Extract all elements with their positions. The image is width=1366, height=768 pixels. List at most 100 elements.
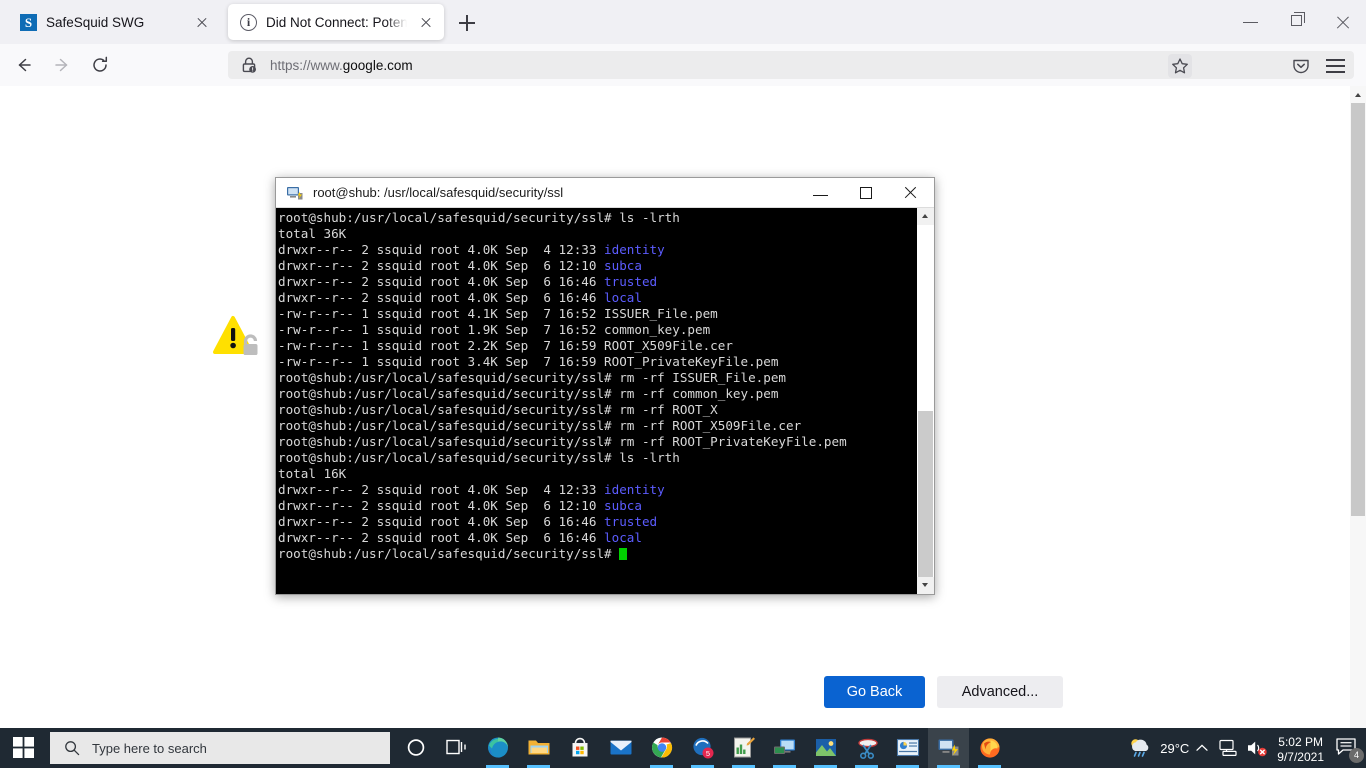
scrollbar-thumb[interactable] [1351, 103, 1365, 516]
file-explorer-icon-glyph [527, 736, 551, 760]
windows-taskbar: Type here to search 5 29°C 5:02 PM 9/7/2… [0, 728, 1366, 768]
task-view-icon[interactable] [436, 728, 477, 768]
weather-rain-cloud-icon [1127, 736, 1153, 760]
system-tray: 29°C 5:02 PM 9/7/2021 4 [1127, 728, 1366, 768]
tab-safesquid-swg[interactable]: S SafeSquid SWG [8, 4, 220, 40]
terminal-output-area[interactable]: root@shub:/usr/local/safesquid/security/… [276, 208, 934, 594]
close-icon[interactable] [889, 178, 934, 207]
microsoft-store-icon[interactable] [559, 728, 600, 768]
lock-warning-icon[interactable] [240, 56, 258, 74]
terminal-line: root@shub:/usr/local/safesquid/security/… [278, 450, 680, 465]
terminal-line: drwxr--r-- 2 ssquid root 4.0K Sep 6 12:1… [278, 498, 642, 513]
terminal-directory-name: subca [604, 258, 642, 273]
advanced-button[interactable]: Advanced... [937, 676, 1063, 708]
presentation-icon-glyph [896, 736, 920, 760]
action-center-icon[interactable]: 4 [1332, 728, 1366, 768]
search-placeholder: Type here to search [92, 740, 207, 756]
reload-icon[interactable] [86, 51, 114, 79]
putty-icon[interactable] [928, 728, 969, 768]
terminal-text: root@shub:/usr/local/safesquid/security/… [278, 210, 916, 562]
bookmark-star-icon[interactable] [1168, 54, 1192, 78]
snipping-tool-icon-glyph [855, 736, 879, 760]
terminal-line: drwxr--r-- 2 ssquid root 4.0K Sep 4 12:3… [278, 242, 665, 257]
info-circle-icon: i [240, 13, 257, 31]
notepad-editor-icon[interactable] [723, 728, 764, 768]
file-explorer-icon[interactable] [518, 728, 559, 768]
search-icon [64, 740, 80, 756]
terminal-cursor [619, 548, 628, 560]
putty-terminal-window[interactable]: root@shub: /usr/local/safesquid/security… [275, 177, 935, 595]
scrollbar-thumb[interactable] [918, 411, 933, 577]
tab-title: SafeSquid SWG [46, 14, 145, 30]
tab-title: Did Not Connect: Potential Secu [266, 14, 407, 30]
remote-desktop-icon[interactable] [764, 728, 805, 768]
terminal-title-text: root@shub: /usr/local/safesquid/security… [313, 185, 564, 200]
microsoft-edge-icon[interactable] [477, 728, 518, 768]
terminal-line: -rw-r--r-- 1 ssquid root 2.2K Sep 7 16:5… [278, 338, 733, 353]
terminal-line: root@shub:/usr/local/safesquid/security/… [278, 546, 916, 562]
mail-icon-glyph [609, 736, 633, 760]
terminal-directory-name: subca [604, 498, 642, 513]
terminal-line: root@shub:/usr/local/safesquid/security/… [278, 402, 718, 417]
forward-arrow-icon[interactable] [48, 51, 76, 79]
firefox-icon[interactable] [969, 728, 1010, 768]
svg-text:5: 5 [705, 749, 709, 758]
url-bar[interactable]: https://www.google.com [228, 51, 1354, 79]
task-view-icon-glyph [445, 736, 469, 760]
snipping-tool-icon[interactable] [846, 728, 887, 768]
url-text[interactable]: https://www.google.com [270, 58, 413, 73]
notification-count-badge: 4 [1349, 748, 1364, 763]
weather-widget[interactable]: 29°C [1127, 736, 1189, 760]
search-input[interactable]: Type here to search [50, 732, 390, 764]
scroll-up-icon[interactable] [917, 208, 934, 225]
terminal-line: total 36K [278, 226, 347, 241]
cortana-icon[interactable] [395, 728, 436, 768]
terminal-line: root@shub:/usr/local/safesquid/security/… [278, 370, 786, 385]
show-hidden-icons-icon[interactable] [1189, 728, 1215, 768]
photos-icon-glyph [814, 736, 838, 760]
putty-icon-glyph [937, 736, 961, 760]
terminal-directory-name: trusted [604, 514, 658, 529]
maximize-icon[interactable] [844, 178, 889, 207]
terminal-line: root@shub:/usr/local/safesquid/security/… [278, 210, 680, 225]
minimize-icon[interactable] [799, 178, 844, 207]
presentation-icon[interactable] [887, 728, 928, 768]
windows-start-icon[interactable] [0, 728, 48, 768]
photos-icon[interactable] [805, 728, 846, 768]
microsoft-edge-icon-glyph [486, 736, 510, 760]
mail-icon[interactable] [600, 728, 641, 768]
hamburger-menu-icon[interactable] [1326, 59, 1346, 73]
tab-did-not-connect[interactable]: i Did Not Connect: Potential Secu [228, 4, 444, 40]
close-icon[interactable] [416, 12, 436, 32]
close-icon[interactable] [192, 12, 212, 32]
page-scrollbar[interactable] [1350, 86, 1366, 728]
google-chrome-icon[interactable] [641, 728, 682, 768]
terminal-directory-name: trusted [604, 274, 658, 289]
safesquid-logo-icon: S [20, 13, 37, 31]
notepad-editor-icon-glyph [732, 736, 756, 760]
notes-app-icon[interactable]: 5 [682, 728, 723, 768]
terminal-line: -rw-r--r-- 1 ssquid root 1.9K Sep 7 16:5… [278, 322, 711, 337]
terminal-scrollbar[interactable] [917, 208, 934, 594]
scroll-down-icon[interactable] [917, 577, 934, 594]
notes-app-icon-glyph: 5 [691, 736, 715, 760]
terminal-line: drwxr--r-- 2 ssquid root 4.0K Sep 6 16:4… [278, 290, 642, 305]
window-controls [1228, 0, 1366, 44]
clock-widget[interactable]: 5:02 PM 9/7/2021 [1277, 731, 1324, 765]
close-icon[interactable] [1320, 0, 1366, 44]
volume-muted-icon[interactable] [1243, 728, 1271, 768]
terminal-directory-name: identity [604, 242, 665, 257]
new-tab-button[interactable] [455, 11, 479, 35]
back-arrow-icon[interactable] [10, 51, 38, 79]
scroll-up-icon[interactable] [1350, 86, 1366, 103]
pocket-shield-icon[interactable] [1290, 55, 1312, 77]
go-back-button[interactable]: Go Back [824, 676, 925, 708]
minimize-icon[interactable] [1228, 0, 1274, 44]
terminal-line: drwxr--r-- 2 ssquid root 4.0K Sep 6 16:4… [278, 530, 642, 545]
network-icon[interactable] [1215, 728, 1243, 768]
temperature-text: 29°C [1160, 740, 1190, 756]
terminal-title-bar[interactable]: root@shub: /usr/local/safesquid/security… [276, 178, 934, 208]
terminal-line: total 16K [278, 466, 347, 481]
google-chrome-icon-glyph [650, 736, 674, 760]
restore-icon[interactable] [1274, 0, 1320, 44]
